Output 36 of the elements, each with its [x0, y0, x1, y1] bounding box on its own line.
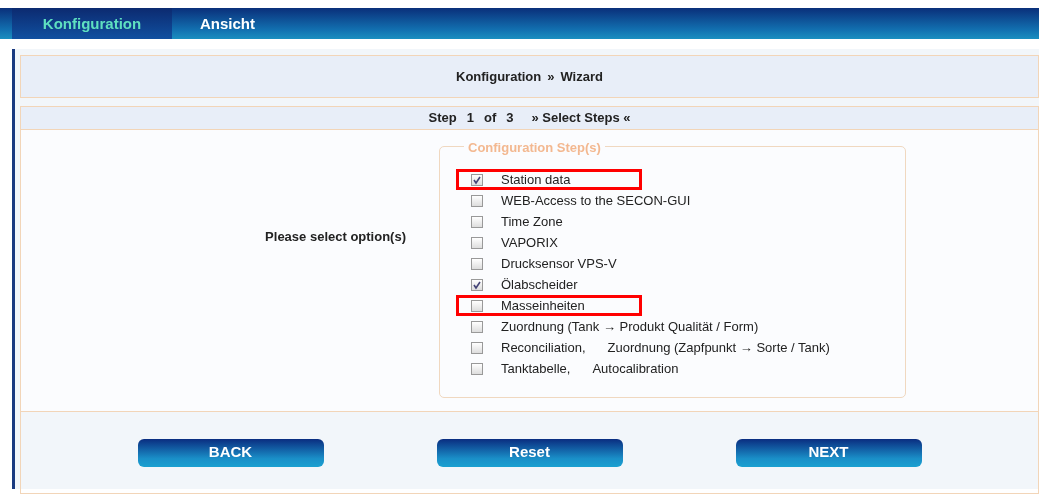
tab[interactable]: Konfiguration — [12, 8, 172, 39]
checkbox[interactable] — [471, 362, 483, 375]
tab[interactable]: Ansicht — [172, 8, 283, 39]
wizard-button[interactable]: Reset — [436, 438, 623, 467]
step-text: Step — [428, 109, 457, 128]
wizard-button[interactable]: NEXT — [735, 438, 922, 467]
breadcrumb-text: Wizard — [560, 67, 603, 86]
prompt-label: Please select option(s) — [264, 228, 406, 246]
option-label: Tanktabelle, — [501, 359, 571, 378]
option-label: Zuordnung (Zapfpunkt → Sorte / Tank) — [607, 338, 830, 357]
checkbox[interactable] — [471, 341, 483, 354]
option-label: VAPORIX — [501, 233, 558, 252]
option-label: Zuordnung (Tank → Produkt Qualität / Form) — [501, 317, 759, 336]
step-text: of — [483, 109, 497, 128]
checkbox[interactable] — [471, 173, 483, 186]
checkbox[interactable] — [471, 320, 483, 333]
step-text: 1 — [466, 109, 474, 128]
option-label: Masseinheiten — [501, 296, 585, 315]
option-label: Drucksensor VPS-V — [501, 254, 617, 273]
breadcrumb-text: » — [547, 67, 555, 86]
checkbox[interactable] — [471, 215, 483, 228]
checkbox[interactable] — [471, 299, 483, 312]
checkbox[interactable] — [471, 236, 483, 249]
option-label: Reconciliation, — [501, 338, 586, 357]
checkbox[interactable] — [471, 194, 483, 207]
option-label: WEB-Access to the SECON-GUI — [501, 191, 691, 210]
option-label: Ölabscheider — [501, 275, 578, 294]
option-label: Station data — [501, 170, 571, 189]
wizard-button[interactable]: BACK — [137, 438, 324, 467]
checkbox[interactable] — [471, 278, 483, 291]
step-text: 3 — [506, 109, 514, 128]
step-title: » Select Steps « — [531, 109, 631, 128]
option-label: Autocalibration — [592, 359, 679, 378]
breadcrumb-text: Konfiguration — [456, 67, 542, 86]
option-label: Time Zone — [501, 212, 563, 231]
checkbox[interactable] — [471, 257, 483, 270]
